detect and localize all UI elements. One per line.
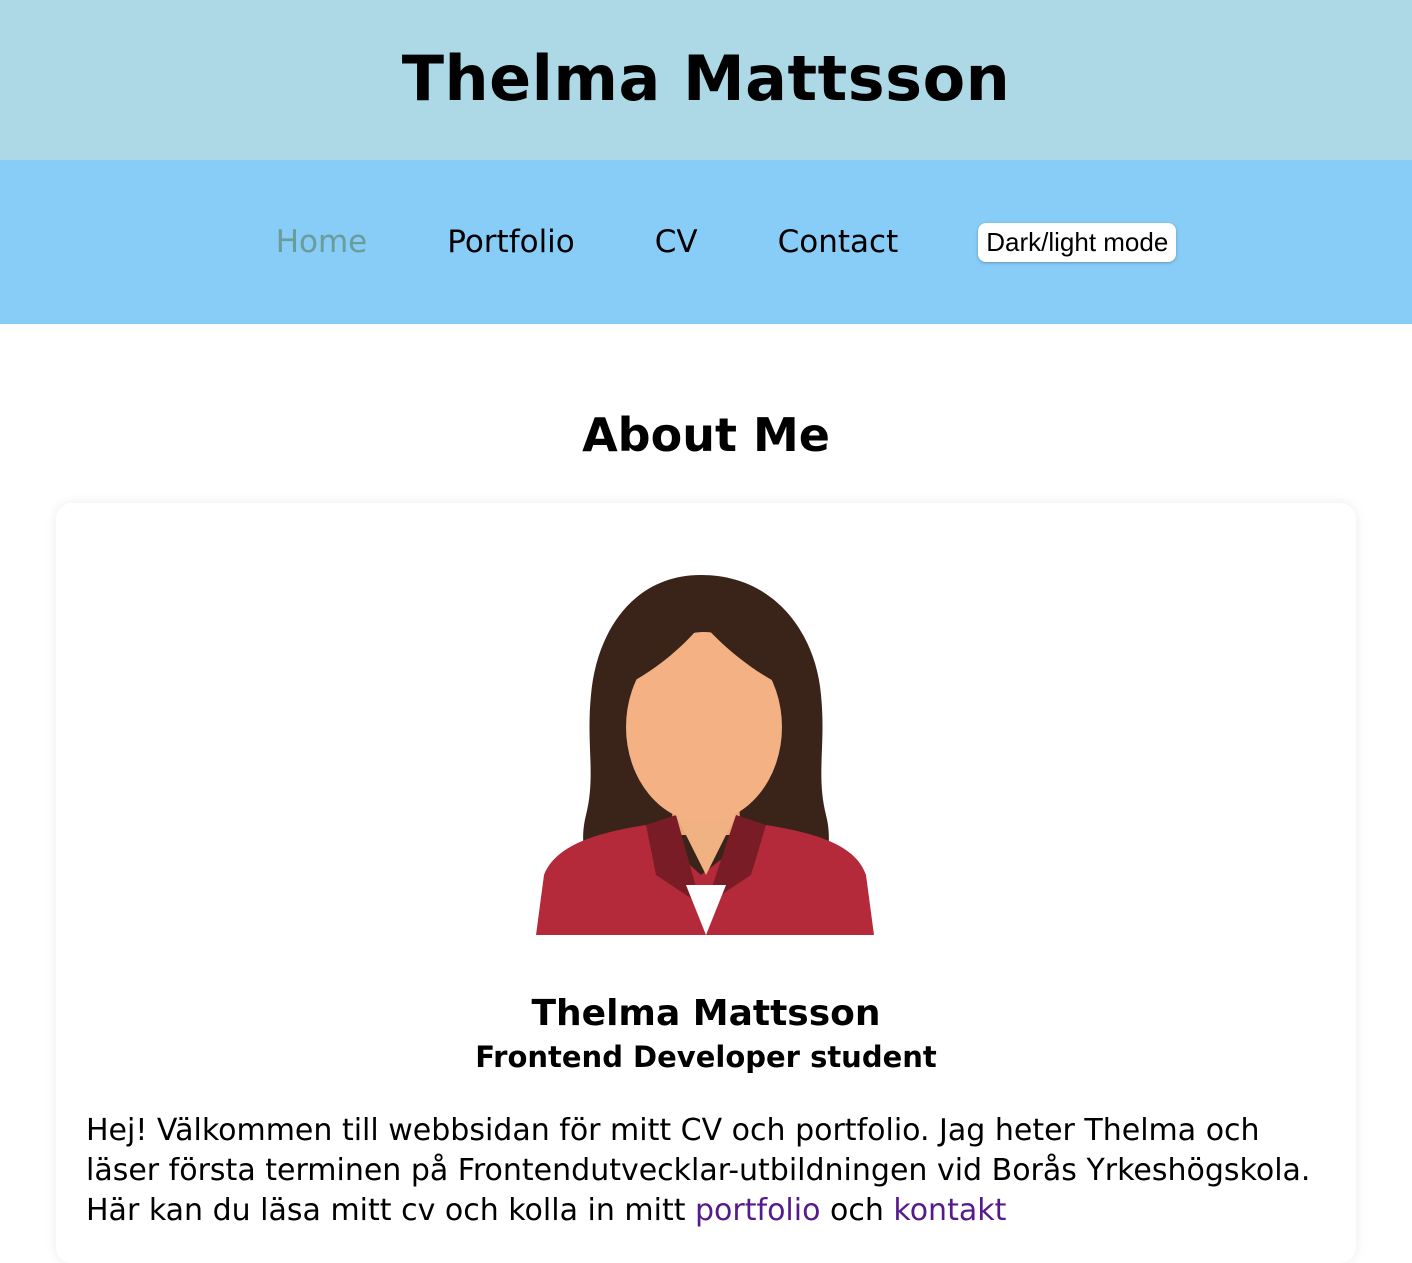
female-avatar-icon — [536, 575, 876, 941]
nav-home-link[interactable]: Home — [276, 224, 368, 260]
profile-role: Frontend Developer student — [475, 1040, 937, 1074]
contact-link[interactable]: kontakt — [893, 1193, 1006, 1228]
site-header: Thelma Mattsson — [0, 0, 1412, 160]
about-heading: About Me — [582, 408, 830, 462]
site-title: Thelma Mattsson — [401, 41, 1011, 115]
intro-text: Hej! Välkommen till webbsidan för mitt C… — [86, 1113, 1260, 1188]
nav-cv-link[interactable]: CV — [655, 224, 698, 260]
intro-paragraph: Hej! Välkommen till webbsidan för mitt C… — [86, 1113, 1311, 1228]
portfolio-link[interactable]: portfolio — [695, 1193, 820, 1228]
nav-contact-link[interactable]: Contact — [778, 224, 899, 260]
main-nav: Home Portfolio CV Contact Dark/light mod… — [0, 160, 1412, 324]
about-card: Thelma Mattsson Frontend Developer stude… — [56, 503, 1356, 1263]
main-content: About Me Thelma Mattsson Frontend Develo… — [0, 408, 1412, 1263]
dark-light-mode-button[interactable]: Dark/light mode — [978, 222, 1177, 262]
profile-name: Thelma Mattsson — [531, 993, 881, 1034]
nav-portfolio-link[interactable]: Portfolio — [447, 224, 575, 260]
nav-list: Home Portfolio CV Contact Dark/light mod… — [236, 222, 1177, 262]
